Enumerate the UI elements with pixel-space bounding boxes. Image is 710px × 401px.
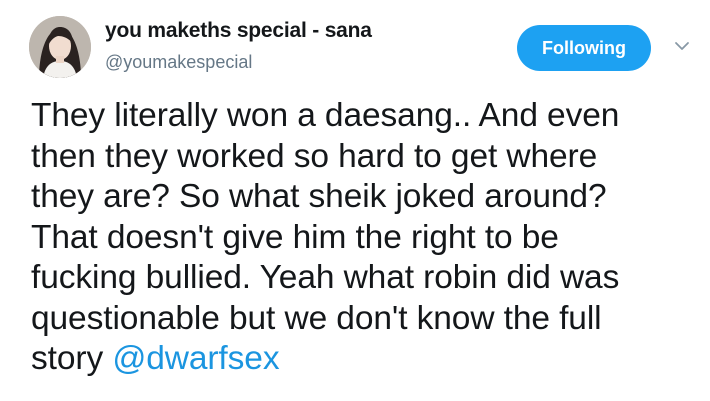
display-name[interactable]: you makeths special - sana [105,19,372,43]
tweet-line: then they worked so hard to get where [31,137,598,175]
tweet-line: questionable but we don't know the full [31,299,602,337]
tweet-line: That doesn't give him the right to be [31,218,559,256]
tweet-line: They literally won a daesang.. And even [31,97,620,134]
profile-photo-icon [29,16,91,78]
tweet-line: they are? So what sheik joked around? [31,178,607,215]
avatar[interactable] [29,16,91,78]
tweet-text: They literally won a daesang.. And even … [31,96,691,380]
tweet-line-last: story @dwarfsex [31,339,691,380]
user-handle[interactable]: @youmakespecial [105,52,252,73]
chevron-down-icon[interactable] [672,36,692,56]
following-button[interactable]: Following [517,25,651,71]
tweet-card: you makeths special - sana @youmakespeci… [0,0,710,401]
tweet-line: fucking bullied. Yeah what robin did was [31,259,620,296]
mention-link[interactable]: @dwarfsex [112,340,279,377]
tweet-line-text: story [31,340,113,377]
